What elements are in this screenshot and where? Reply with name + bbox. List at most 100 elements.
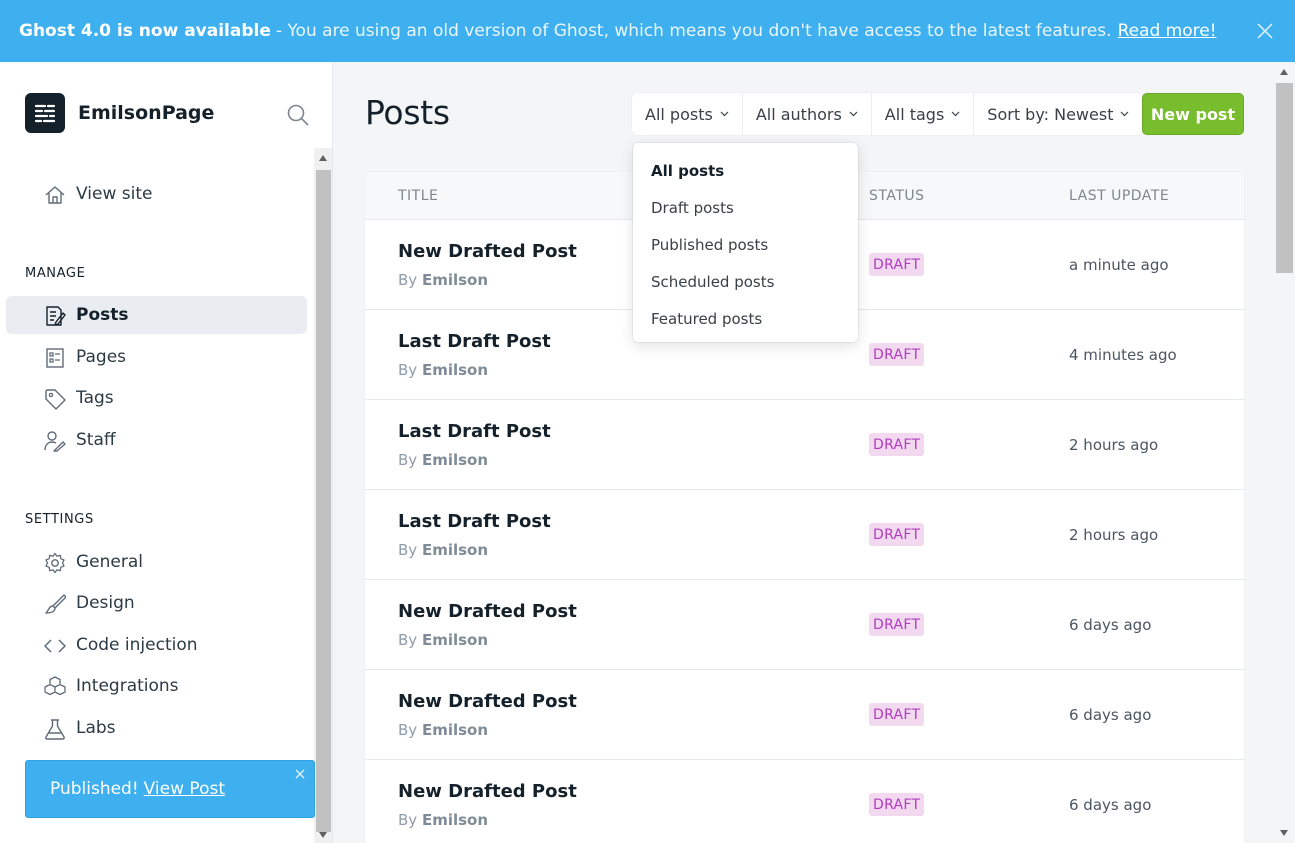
table-row[interactable]: Last Draft Post By Emilson DRAFT 2 hours… bbox=[365, 490, 1244, 580]
post-title: New Drafted Post bbox=[398, 601, 577, 622]
post-updated: 6 days ago bbox=[1069, 616, 1152, 634]
page-scrollbar-thumb[interactable] bbox=[1276, 83, 1293, 273]
filter-tag-select[interactable]: All tags bbox=[872, 93, 975, 135]
post-updated: 4 minutes ago bbox=[1069, 346, 1177, 364]
post-author: Emilson bbox=[421, 721, 489, 739]
site-name: EmilsonPage bbox=[78, 102, 215, 124]
dropdown-option-all-posts[interactable]: All posts bbox=[651, 162, 724, 180]
scroll-up-arrow-icon[interactable] bbox=[319, 155, 327, 161]
sidebar-item-labs[interactable]: Labs bbox=[6, 709, 307, 747]
table-row[interactable]: New Drafted Post By Emilson DRAFT 6 days… bbox=[365, 670, 1244, 760]
chevron-down-icon bbox=[951, 111, 960, 117]
close-icon[interactable] bbox=[294, 768, 306, 780]
sidebar: EmilsonPage View site MANAGE Posts Pages… bbox=[0, 62, 333, 843]
page-scrollbar[interactable] bbox=[1274, 62, 1295, 843]
post-author: Emilson bbox=[421, 811, 489, 829]
manage-heading: MANAGE bbox=[25, 266, 86, 281]
by-prefix: By bbox=[398, 541, 418, 559]
code-icon bbox=[44, 639, 66, 653]
site-logo bbox=[25, 93, 65, 133]
scroll-down-arrow-icon[interactable] bbox=[319, 832, 327, 838]
dropdown-option-published-posts[interactable]: Published posts bbox=[651, 236, 768, 254]
view-post-link[interactable]: View Post bbox=[144, 779, 225, 799]
integrations-icon bbox=[44, 676, 66, 696]
sidebar-item-label: Tags bbox=[76, 388, 114, 408]
brand[interactable]: EmilsonPage bbox=[25, 93, 214, 133]
sidebar-item-label: Posts bbox=[76, 305, 129, 325]
sidebar-item-design[interactable]: Design bbox=[6, 584, 307, 622]
view-site-link[interactable]: View site bbox=[6, 175, 307, 213]
table-row[interactable]: Last Draft Post By Emilson DRAFT 2 hours… bbox=[365, 400, 1244, 490]
by-prefix: By bbox=[398, 271, 418, 289]
sidebar-item-label: General bbox=[76, 552, 143, 572]
status-badge: DRAFT bbox=[869, 613, 925, 636]
dropdown-option-featured-posts[interactable]: Featured posts bbox=[651, 310, 762, 328]
sidebar-item-tags[interactable]: Tags bbox=[6, 379, 307, 417]
close-icon[interactable] bbox=[1255, 21, 1275, 41]
filter-label: All authors bbox=[755, 104, 842, 124]
filter-label: All posts bbox=[645, 104, 713, 124]
post-title: Last Draft Post bbox=[398, 331, 551, 352]
chevron-down-icon bbox=[720, 111, 729, 117]
post-filters: All posts All authors All tags Sort by: … bbox=[632, 93, 1143, 135]
post-byline: By Emilson bbox=[398, 541, 488, 559]
filter-type-select[interactable]: All posts bbox=[632, 93, 743, 135]
dropdown-option-scheduled-posts[interactable]: Scheduled posts bbox=[651, 273, 774, 291]
table-row[interactable]: New Drafted Post By Emilson DRAFT 6 days… bbox=[365, 580, 1244, 670]
post-updated: 6 days ago bbox=[1069, 706, 1152, 724]
banner-text: - You are using an old version of Ghost,… bbox=[275, 21, 1112, 41]
sidebar-item-integrations[interactable]: Integrations bbox=[6, 667, 307, 705]
post-author: Emilson bbox=[421, 361, 489, 379]
scroll-down-arrow-icon[interactable] bbox=[1280, 830, 1288, 836]
column-status: STATUS bbox=[869, 188, 925, 204]
post-updated: 2 hours ago bbox=[1069, 526, 1159, 544]
search-icon[interactable] bbox=[286, 103, 310, 127]
sort-select[interactable]: Sort by: Newest bbox=[974, 93, 1142, 135]
filter-label: All tags bbox=[884, 104, 945, 124]
post-updated: a minute ago bbox=[1069, 256, 1169, 274]
status-badge: DRAFT bbox=[869, 793, 925, 816]
sidebar-item-code-injection[interactable]: Code injection bbox=[6, 626, 307, 664]
sidebar-item-pages[interactable]: Pages bbox=[6, 338, 307, 376]
status-badge: DRAFT bbox=[869, 523, 925, 546]
post-title: Last Draft Post bbox=[398, 421, 551, 442]
sidebar-item-label: Design bbox=[76, 593, 135, 613]
table-row[interactable]: New Drafted Post By Emilson DRAFT 6 days… bbox=[365, 760, 1244, 843]
sidebar-item-staff[interactable]: Staff bbox=[6, 421, 307, 459]
brush-icon bbox=[45, 594, 66, 614]
post-title: New Drafted Post bbox=[398, 691, 577, 712]
view-site-label: View site bbox=[76, 184, 153, 204]
post-byline: By Emilson bbox=[398, 361, 488, 379]
post-title: New Drafted Post bbox=[398, 781, 577, 802]
page-title: Posts bbox=[365, 93, 450, 132]
post-author: Emilson bbox=[421, 631, 489, 649]
sidebar-scrollbar-thumb[interactable] bbox=[316, 170, 331, 832]
status-badge: DRAFT bbox=[869, 343, 925, 366]
chevron-down-icon bbox=[849, 111, 858, 117]
new-post-button[interactable]: New post bbox=[1142, 93, 1244, 135]
column-title: TITLE bbox=[398, 188, 439, 204]
settings-heading: SETTINGS bbox=[25, 512, 94, 527]
banner-read-more-link[interactable]: Read more! bbox=[1118, 21, 1217, 41]
flask-icon bbox=[45, 719, 65, 740]
by-prefix: By bbox=[398, 811, 418, 829]
status-badge: DRAFT bbox=[869, 433, 925, 456]
post-byline: By Emilson bbox=[398, 271, 488, 289]
sidebar-item-posts[interactable]: Posts bbox=[6, 296, 307, 334]
staff-icon bbox=[44, 431, 66, 452]
post-author: Emilson bbox=[421, 541, 489, 559]
post-title: New Drafted Post bbox=[398, 241, 577, 262]
sidebar-item-label: Integrations bbox=[76, 676, 179, 696]
published-notification: Published! View Post bbox=[25, 760, 315, 818]
dropdown-option-draft-posts[interactable]: Draft posts bbox=[651, 199, 734, 217]
post-type-dropdown-menu: All posts Draft posts Published posts Sc… bbox=[633, 143, 858, 342]
by-prefix: By bbox=[398, 721, 418, 739]
filter-author-select[interactable]: All authors bbox=[743, 93, 872, 135]
sidebar-item-general[interactable]: General bbox=[6, 543, 307, 581]
post-byline: By Emilson bbox=[398, 451, 488, 469]
banner-title: Ghost 4.0 is now available bbox=[19, 21, 271, 41]
sidebar-scrollbar[interactable] bbox=[314, 148, 332, 843]
sidebar-item-label: Pages bbox=[76, 347, 127, 367]
scroll-up-arrow-icon[interactable] bbox=[1280, 69, 1288, 75]
post-byline: By Emilson bbox=[398, 721, 488, 739]
